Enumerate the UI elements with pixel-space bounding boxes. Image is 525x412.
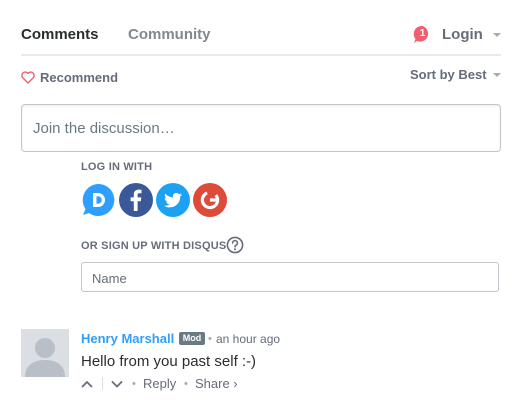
share-button[interactable]: Share › — [195, 376, 238, 391]
login-with-label: LOG IN WITH — [81, 161, 153, 173]
nav-divider — [21, 54, 501, 56]
disqus-icon — [82, 183, 115, 216]
action-separator-dot: • — [184, 378, 188, 390]
discussion-placeholder: Join the discussion… — [33, 120, 175, 137]
heart-icon — [21, 70, 35, 84]
notification-badge[interactable]: 1 — [413, 25, 432, 44]
name-field[interactable]: Name — [81, 262, 499, 292]
google-login-button[interactable] — [193, 183, 227, 217]
recommend-button[interactable]: Recommend — [21, 68, 118, 86]
recommend-label: Recommend — [40, 69, 119, 85]
downvote-button[interactable] — [110, 377, 124, 391]
tab-comments[interactable]: Comments — [21, 26, 99, 44]
sort-chevron-down-icon[interactable] — [493, 73, 501, 77]
sort-dropdown[interactable]: Sort by Best — [410, 67, 487, 83]
upvote-button[interactable] — [80, 377, 94, 391]
google-icon — [193, 183, 227, 217]
disqus-login-button[interactable] — [81, 183, 115, 217]
signup-with-disqus-label: OR SIGN UP WITH DISQUS — [81, 240, 227, 252]
facebook-login-button[interactable] — [119, 183, 153, 217]
twitter-icon — [156, 183, 190, 217]
help-icon[interactable] — [226, 236, 244, 254]
mod-badge: Mod — [179, 332, 205, 345]
comment-timestamp[interactable]: an hour ago — [216, 332, 280, 346]
action-separator-dot: • — [132, 378, 136, 390]
name-placeholder: Name — [92, 271, 127, 286]
twitter-login-button[interactable] — [156, 183, 190, 217]
notification-count: 1 — [419, 28, 426, 39]
login-button[interactable]: Login — [442, 26, 483, 44]
meta-separator-dot: • — [208, 333, 212, 345]
login-chevron-down-icon[interactable] — [493, 33, 501, 37]
avatar[interactable] — [21, 329, 69, 377]
comment-message: Hello from you past self :-) — [81, 353, 257, 370]
tab-community[interactable]: Community — [128, 26, 211, 44]
discussion-input[interactable]: Join the discussion… — [21, 104, 501, 152]
chevron-down-icon — [111, 381, 123, 388]
vote-divider — [102, 377, 103, 390]
comment-author[interactable]: Henry Marshall — [81, 331, 174, 347]
reply-button[interactable]: Reply — [143, 376, 176, 391]
chevron-up-icon — [81, 381, 93, 388]
facebook-icon — [119, 183, 153, 217]
default-avatar-icon — [25, 338, 65, 377]
